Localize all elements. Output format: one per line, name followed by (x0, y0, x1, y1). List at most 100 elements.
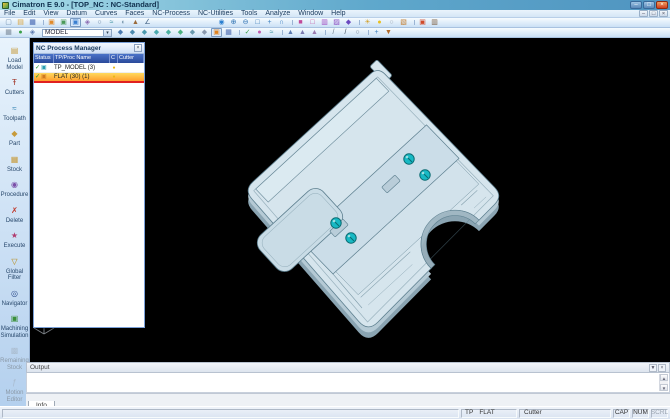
line-width-icon[interactable]: / (340, 28, 351, 37)
menu-item[interactable]: File (0, 10, 19, 18)
filter-sketches-icon[interactable]: ◆ (199, 28, 210, 37)
wireframe-view-icon[interactable]: □ (307, 18, 318, 27)
snapshot-icon[interactable]: ▣ (417, 18, 428, 27)
load-model-icon[interactable]: ▣ (46, 18, 57, 27)
menu-item[interactable]: NC-Utilities (194, 10, 237, 18)
new-icon[interactable]: ▢ (3, 18, 14, 27)
bulb-icon[interactable]: ● (110, 63, 118, 73)
pan-icon[interactable]: + (264, 18, 275, 27)
minimize-button[interactable]: – (630, 1, 642, 9)
restore-button[interactable]: □ (643, 1, 655, 9)
viewport-3d[interactable]: NC Process Manager × StatusTP/Proc NameC… (30, 38, 670, 362)
app-window: Cimatron E 9.0 - [TOP_NC : NC-Standard] … (0, 0, 670, 419)
pick-remove-icon[interactable]: ● (254, 28, 265, 37)
surface-icon[interactable]: ◐ (118, 18, 129, 27)
redraw-icon[interactable]: ◉ (216, 18, 227, 27)
menu-item[interactable]: Curves (91, 10, 121, 18)
pick-chain-icon[interactable]: ≈ (266, 28, 277, 37)
chevron-down-icon[interactable]: ▾ (103, 30, 111, 36)
filter-axes-icon[interactable]: ◆ (163, 28, 174, 37)
model-window-icon[interactable]: ▣ (70, 18, 81, 27)
sidebar-item-stock[interactable]: ▦ Stock (0, 149, 30, 174)
filter-planes-icon[interactable]: ◆ (175, 28, 186, 37)
select-box-icon[interactable]: ▲ (285, 28, 296, 37)
sidebar-item-toolpath[interactable]: ≈ Toolpath (0, 98, 30, 123)
screw-icon (404, 154, 414, 164)
shaded-view-icon[interactable]: ■ (295, 18, 306, 27)
sidebar-item-procedure[interactable]: ◉ Procedure (0, 174, 30, 199)
hide-show-icon[interactable]: ● (15, 28, 26, 37)
filter-points-icon[interactable]: ◆ (151, 28, 162, 37)
model-combo[interactable]: MODEL ▾ (42, 29, 112, 37)
menu-item[interactable]: Window (294, 10, 327, 18)
measure-icon[interactable]: ∠ (142, 18, 153, 27)
menu-item[interactable]: NC-Process (148, 10, 194, 18)
menu-item[interactable]: Help (327, 10, 349, 18)
output-scrollbar[interactable]: ▲ ▼ (659, 374, 668, 391)
point-style-icon[interactable]: ○ (352, 28, 363, 37)
transparency-icon[interactable]: ▨ (331, 18, 342, 27)
sidebar-item-delete[interactable]: ✗ Delete (0, 200, 30, 225)
menu-item[interactable]: Tools (237, 10, 261, 18)
pin-icon[interactable]: ▼ (649, 364, 657, 372)
point-icon[interactable]: ○ (94, 18, 105, 27)
sidebar-item-part[interactable]: ◆ Part (0, 123, 30, 148)
sets-display-icon[interactable]: ▦ (3, 28, 14, 37)
menu-item[interactable]: Faces (121, 10, 148, 18)
sidebar-item-icon: ▣ (11, 314, 19, 323)
sidebar-item-machining-simulation[interactable]: ▣ Machining Simulation (0, 308, 30, 339)
tree-row-flat[interactable]: ✓ ▣ FLAT (30) (1) ● (34, 73, 144, 83)
select-cross-icon[interactable]: ▲ (309, 28, 320, 37)
sidebar-item-cutters[interactable]: Ŧ Cutters (0, 72, 30, 97)
panel-titlebar[interactable]: NC Process Manager × (34, 43, 144, 54)
save-icon[interactable]: ▦ (27, 18, 38, 27)
pick-add-icon[interactable]: ✓ (242, 28, 253, 37)
bulb-on-icon[interactable]: ● (374, 18, 385, 27)
sidebar-item-execute[interactable]: ★ Execute (0, 225, 30, 250)
mdi-close-button[interactable]: × (659, 10, 668, 17)
bulb-off-icon[interactable]: ○ (386, 18, 397, 27)
filter-config-icon[interactable]: ◈ (27, 28, 38, 37)
sidebar-item-load-model[interactable]: ▤ Load Model (0, 40, 30, 71)
sidebar-item-navigator[interactable]: ◎ Navigator (0, 283, 30, 308)
mdi-minimize-button[interactable]: – (639, 10, 648, 17)
filter-solids-icon[interactable]: ◆ (187, 28, 198, 37)
hidden-line-icon[interactable]: ▥ (319, 18, 330, 27)
menu-item[interactable]: Analyze (261, 10, 294, 18)
mdi-restore-button[interactable]: □ (649, 10, 658, 17)
datum-icon[interactable]: ◈ (82, 18, 93, 27)
scroll-down-icon[interactable]: ▼ (660, 384, 668, 391)
line-type-icon[interactable]: / (328, 28, 339, 37)
sketch-icon[interactable]: ≈ (106, 18, 117, 27)
panel-close-icon[interactable]: × (134, 44, 142, 52)
output-panel-content: ▲ ▼ (26, 373, 670, 393)
uv-display-icon[interactable]: + (371, 28, 382, 37)
filter-curves-icon[interactable]: ◆ (139, 28, 150, 37)
zoom-window-icon[interactable]: □ (252, 18, 263, 27)
print-view-icon[interactable]: ▥ (429, 18, 440, 27)
open-icon[interactable]: ▤ (15, 18, 26, 27)
filter-faces-icon[interactable]: ◆ (115, 28, 126, 37)
section-view-icon[interactable]: ◆ (343, 18, 354, 27)
select-polygon-icon[interactable]: ▲ (297, 28, 308, 37)
light-icon[interactable]: ☀ (362, 18, 373, 27)
color-picker-icon[interactable]: ▼ (383, 28, 394, 37)
screen-setup-icon[interactable]: ▣ (58, 18, 69, 27)
render-mode-icon[interactable]: ▧ (398, 18, 409, 27)
menu-item[interactable]: View (39, 10, 62, 18)
solid-icon[interactable]: ▲ (130, 18, 141, 27)
rotate-view-icon[interactable]: ∩ (276, 18, 287, 27)
sidebar-item-global-filter[interactable]: ▽ Global Filter (0, 251, 30, 282)
menu-item[interactable]: Datum (62, 10, 91, 18)
filter-edges-icon[interactable]: ◆ (127, 28, 138, 37)
column-header[interactable]: Cutter (118, 54, 144, 63)
bulb-icon[interactable]: ● (110, 72, 118, 82)
menu-item[interactable]: Edit (19, 10, 39, 18)
zoom-out-icon[interactable]: ⊖ (240, 18, 251, 27)
close-icon[interactable]: × (658, 364, 666, 372)
scroll-up-icon[interactable]: ▲ (660, 374, 668, 381)
filter-sets-icon[interactable]: ▦ (223, 28, 234, 37)
zoom-in-icon[interactable]: ⊕ (228, 18, 239, 27)
filter-active-icon[interactable]: ▣ (211, 28, 222, 37)
close-button[interactable]: × (656, 1, 668, 9)
